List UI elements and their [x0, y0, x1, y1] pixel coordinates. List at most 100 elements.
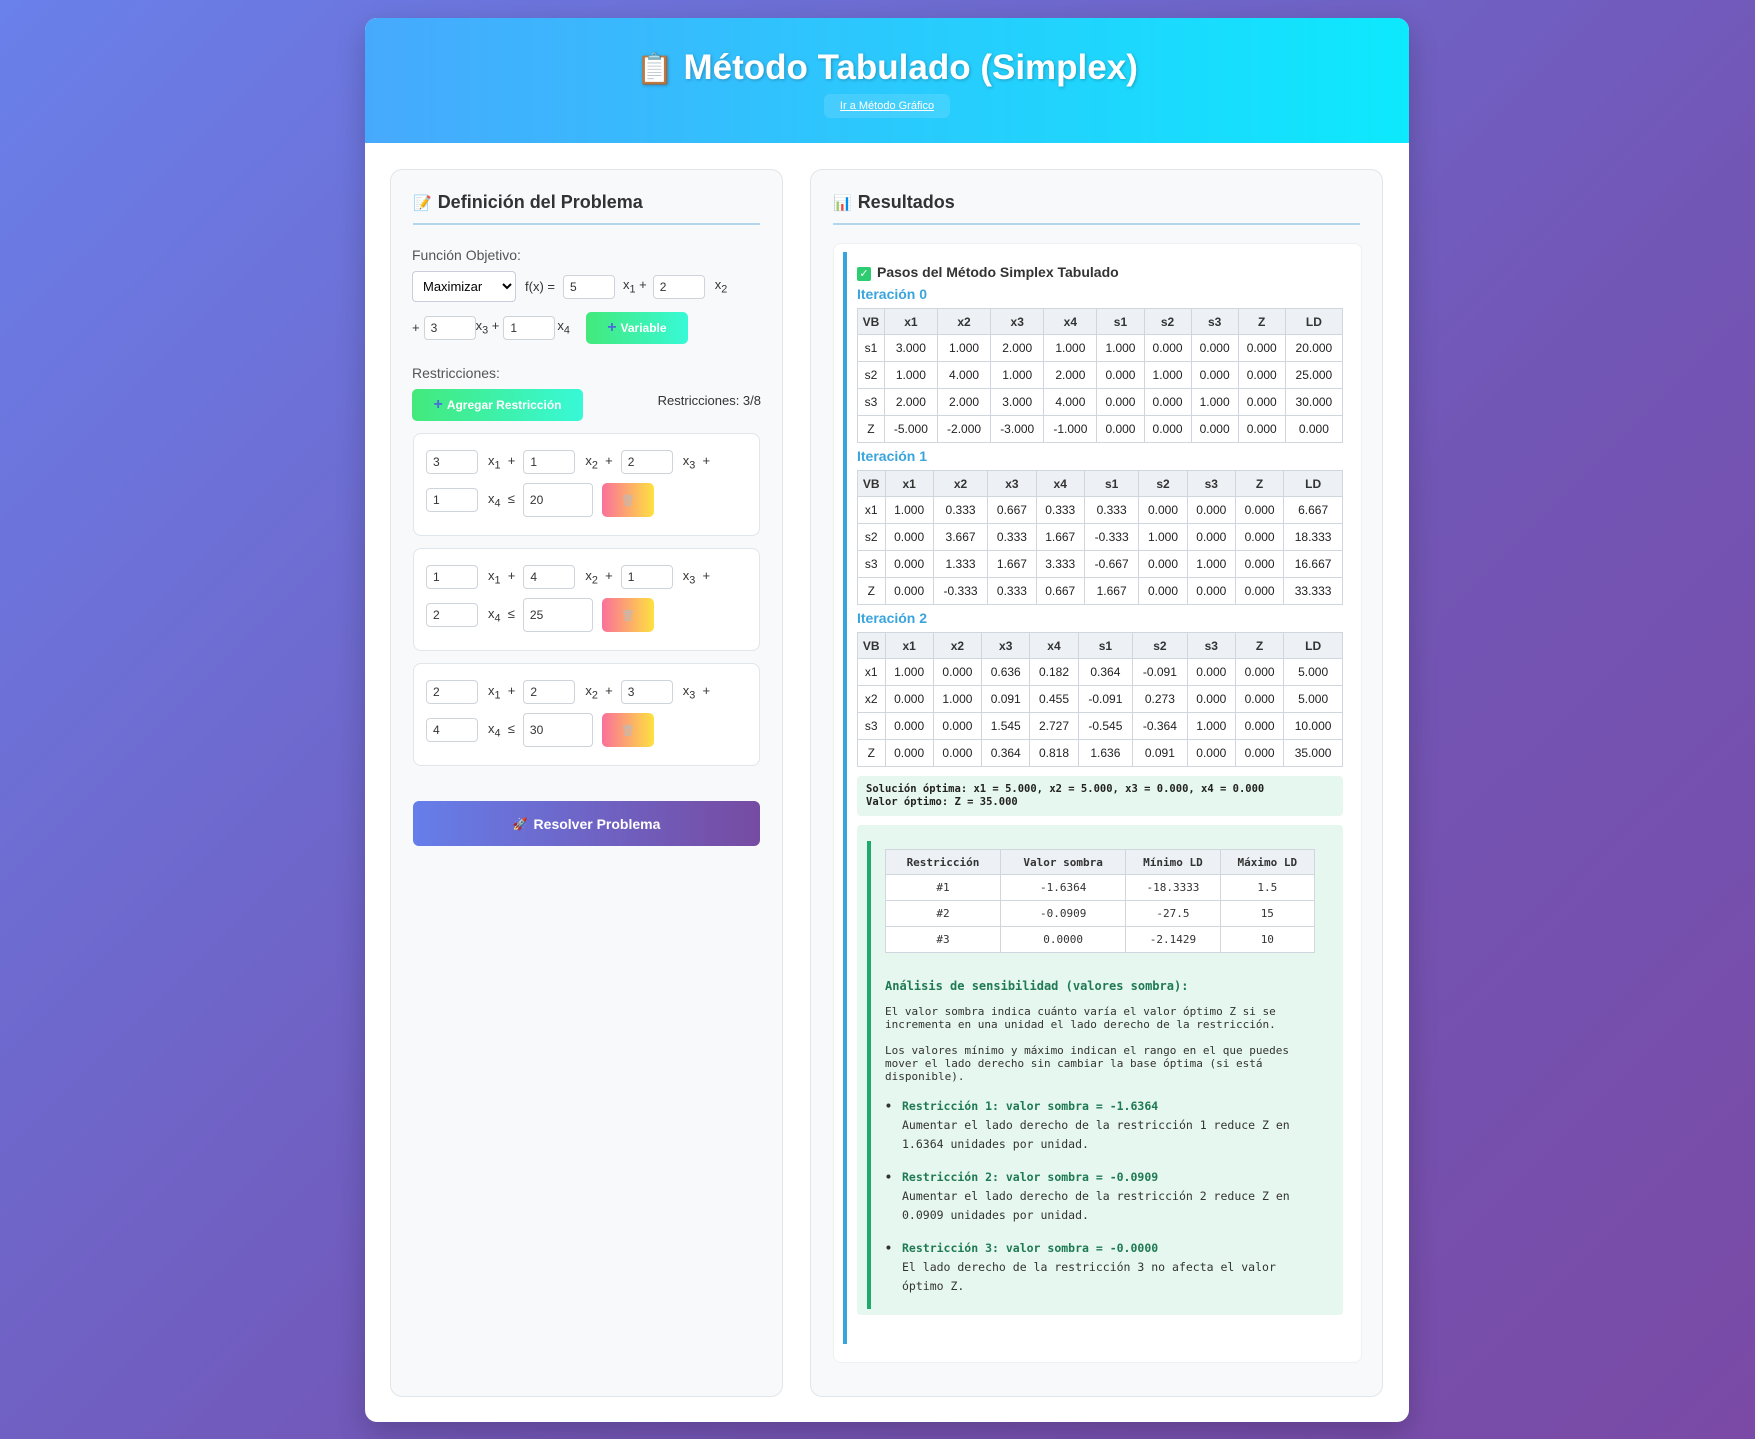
- column-header: Mínimo LD: [1125, 849, 1221, 875]
- objective-coef-3[interactable]: [423, 315, 476, 340]
- steps-title-text: Pasos del Método Simplex Tabulado: [877, 264, 1119, 280]
- table-header-row: VB x1 x2 x3 x4 s1 s2 s3 Z LD: [857, 308, 1344, 335]
- results-title-text: Resultados: [857, 192, 955, 212]
- table-header-row: Restricción Valor sombra Mínimo LD Máximo L…: [885, 849, 1316, 875]
- table-cell: -0.0909: [999, 900, 1127, 927]
- bullet-heading: Restricción 1: valor sombra = -1.6364: [885, 1097, 1305, 1116]
- var-x3-label: x3 +: [682, 567, 711, 587]
- constraint-coef-2[interactable]: [523, 450, 576, 474]
- column-header: LD: [1283, 470, 1343, 497]
- iteration-title: Iteración 0: [857, 286, 928, 302]
- results-panel: 📊 Resultados ✓ Pasos del Método Simplex Ta…: [810, 169, 1383, 1397]
- table-cell: 0.000: [1234, 496, 1285, 524]
- var-x2-label: x2 +: [585, 682, 613, 702]
- table-cell: x1: [857, 658, 886, 686]
- column-header: s2: [1143, 308, 1192, 335]
- constraint-coef-2[interactable]: [523, 565, 576, 589]
- objective-coef-1[interactable]: [562, 274, 615, 299]
- constraint-coef-4[interactable]: [426, 488, 478, 512]
- optimization-select[interactable]: MaximizarMinimizar: [412, 271, 516, 302]
- constraint-coef-1[interactable]: [426, 565, 478, 589]
- table-cell: 0.000: [1186, 658, 1236, 686]
- table-cell: 0.000: [1234, 658, 1285, 686]
- var-x4-label: x4 ≤: [488, 490, 515, 510]
- table-cell: 30.000: [1284, 388, 1344, 416]
- table-cell: 25.000: [1284, 361, 1344, 389]
- iteration-title: Iteración 2: [857, 610, 928, 626]
- constraint-rhs[interactable]: [522, 483, 593, 517]
- delete-constraint-button[interactable]: 🗑: [601, 598, 654, 632]
- column-header: s2: [1132, 632, 1188, 659]
- var-x4-label: x4 ≤: [488, 720, 515, 740]
- table-row: x1 1.000 0.333 0.667 0.333 0.333 0.000 0.000 0.0…: [857, 496, 1343, 524]
- constraint-coef-1[interactable]: [426, 680, 478, 704]
- shadow-price-table: Restricción Valor sombra Mínimo LD Máximo L…: [885, 849, 1316, 953]
- objective-coef-2[interactable]: [652, 274, 705, 299]
- delete-constraint-button[interactable]: 🗑: [601, 483, 654, 517]
- constraint-coef-2[interactable]: [523, 680, 576, 704]
- constraint-coef-3[interactable]: [620, 450, 673, 474]
- table-cell: 0.000: [1143, 388, 1192, 416]
- add-variable-button[interactable]: + Variable: [585, 311, 688, 344]
- problem-definition-panel: 📝 Definición del Problema Función Objetiv…: [390, 169, 783, 1397]
- constraint-rhs[interactable]: [522, 598, 593, 632]
- table-cell: 0.000: [1237, 388, 1286, 416]
- table-cell: 1.000: [936, 334, 992, 362]
- add-constraint-button[interactable]: + Agregar Restricción: [412, 389, 583, 421]
- bullet-heading: Restricción 2: valor sombra = -0.0909: [885, 1168, 1305, 1187]
- constraint-rhs[interactable]: [522, 713, 593, 747]
- table-cell: 10: [1219, 926, 1316, 953]
- table-cell: 1.000: [1043, 334, 1098, 362]
- table-cell: 33.333: [1283, 577, 1343, 605]
- column-header: x4: [1029, 632, 1079, 659]
- delete-constraint-button[interactable]: 🗑: [601, 713, 654, 747]
- column-header: Restricción: [885, 849, 1001, 875]
- table-cell: -1.6364: [999, 874, 1127, 901]
- constraint-coef-3[interactable]: [620, 680, 673, 704]
- table-row: Z -5.000 -2.000 -3.000 -1.000 0.000 0.000 0.000…: [857, 415, 1344, 443]
- constraints-label: Restricciones:: [412, 365, 500, 381]
- table-cell: 0.000: [1096, 388, 1145, 416]
- constraint-coef-3[interactable]: [620, 565, 673, 589]
- results-title: 📊 Resultados: [833, 192, 1360, 225]
- table-cell: 0.000: [1234, 739, 1285, 767]
- table-cell: 0.091: [981, 685, 1031, 713]
- var-x1-label: x1 +: [622, 277, 647, 296]
- constraint-coef-4[interactable]: [426, 603, 478, 627]
- constraint-coef-1[interactable]: [426, 450, 478, 474]
- table-row: x2 0.000 1.000 0.091 0.455 -0.091 0.273 0.000 0.…: [857, 685, 1343, 713]
- table-cell: 0.000: [1096, 415, 1145, 443]
- table-cell: 3.333: [1035, 550, 1085, 578]
- table-cell: 0.667: [1035, 577, 1085, 605]
- table-cell: #1: [885, 874, 1001, 901]
- bullet-text: El lado derecho de la restricción 3 no a…: [902, 1260, 1276, 1293]
- table-cell: s3: [857, 550, 886, 578]
- column-header: s1: [1077, 632, 1134, 659]
- table-cell: -27.5: [1125, 900, 1221, 927]
- table-cell: 0.000: [1284, 415, 1344, 443]
- sensitivity-paragraph-2: Los valores mínimo y máximo indican el r…: [885, 1044, 1289, 1083]
- table-cell: -3.000: [990, 415, 1045, 443]
- table-cell: 1.667: [1035, 523, 1085, 551]
- constraint-coef-4[interactable]: [426, 718, 478, 742]
- table-cell: 0.333: [987, 577, 1037, 605]
- table-cell: 1.000: [932, 685, 983, 713]
- table-cell: 0.000: [932, 658, 983, 686]
- optimal-solution: Solución óptima: x1 = 5.000, x2 = 5.000,…: [857, 776, 1343, 816]
- table-cell: 1.000: [990, 361, 1045, 389]
- table-cell: 0.000: [884, 523, 934, 551]
- table-cell: 0.000: [1234, 523, 1285, 551]
- table-cell: 0.000: [1186, 739, 1236, 767]
- plus-icon: +: [607, 318, 617, 336]
- table-row: #1 -1.6364 -18.3333 1.5: [885, 874, 1316, 901]
- table-cell: -0.091: [1132, 658, 1188, 686]
- solve-button[interactable]: 🚀 Resolver Problema: [413, 801, 760, 846]
- go-graphic-method-link[interactable]: Ir a Método Gráfico: [823, 94, 951, 118]
- objective-coef-4[interactable]: [503, 315, 556, 340]
- table-cell: 0.818: [1029, 739, 1079, 767]
- table-cell: 0.000: [1234, 712, 1285, 740]
- table-cell: 0.667: [987, 496, 1037, 524]
- sensitivity-title: Análisis de sensibilidad (valores sombra…: [885, 979, 1189, 993]
- bullet-text: Aumentar el lado derecho de la restricci…: [902, 1118, 1290, 1151]
- var-x1-label: x1 +: [488, 682, 516, 702]
